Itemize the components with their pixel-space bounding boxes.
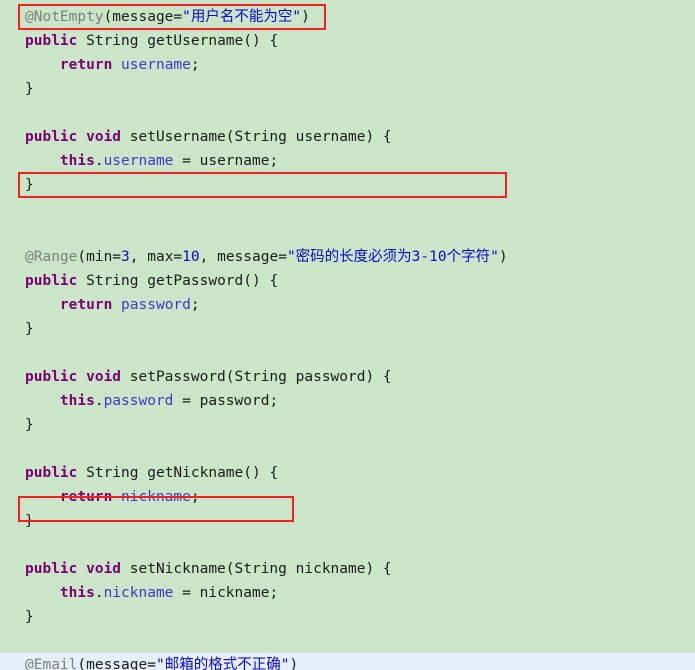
token-plain: ) [498,249,508,265]
code-line[interactable]: } [25,173,695,197]
code-line[interactable]: public void setUsername(String username)… [25,125,695,149]
code-line[interactable]: } [25,605,695,629]
token-kw: public void [25,369,122,385]
token-field: password [103,393,174,409]
token-kw: return [59,489,113,505]
code-line[interactable]: public void setNickname(String nickname)… [25,557,695,581]
code-line[interactable]: } [25,413,695,437]
token-plain: setPassword(String password) { [121,369,392,385]
token-kw: public [25,33,78,49]
code-line[interactable]: this.username = username; [25,149,695,173]
code-line[interactable]: public String getUsername() { [25,29,695,53]
token-kw: this [59,585,95,601]
code-line[interactable] [25,437,695,461]
token-plain: = username; [173,153,279,169]
token-str: "用户名不能为空" [182,9,302,25]
token-plain: , max= [129,249,183,265]
code-line[interactable]: this.nickname = nickname; [25,581,695,605]
token-plain: (message= [103,9,183,25]
token-kw: public void [25,561,122,577]
token-plain: String getUsername() { [77,33,279,49]
token-plain: = nickname; [173,585,279,601]
token-str: "邮箱的格式不正确" [155,657,290,670]
code-line[interactable]: return username; [25,53,695,77]
token-plain: } [25,321,34,337]
token-kw: this [59,153,95,169]
token-plain: } [25,177,34,193]
token-plain: String getNickname() { [77,465,279,481]
token-plain: , message= [199,249,287,265]
code-line[interactable]: public String getPassword() { [25,269,695,293]
token-field: username [103,153,174,169]
token-field: nickname [103,585,174,601]
token-field: username [121,57,191,73]
token-kw: this [59,393,95,409]
token-plain: setUsername(String username) { [121,129,392,145]
code-line[interactable]: @Email(message="邮箱的格式不正确") [0,653,695,670]
code-line[interactable]: public String getNickname() { [25,461,695,485]
token-plain: ; [190,297,200,313]
code-line[interactable] [25,629,695,653]
token-plain: ; [190,489,200,505]
code-line[interactable]: return password; [25,293,695,317]
code-line[interactable] [25,101,695,125]
token-plain: . [94,393,104,409]
code-line[interactable]: @Range(min=3, max=10, message="密码的长度必须为3… [25,245,695,269]
token-plain: } [25,513,34,529]
code-line[interactable] [25,197,695,221]
token-kw: public void [25,129,122,145]
token-field: password [121,297,191,313]
token-plain: String getPassword() { [77,273,279,289]
code-line[interactable] [25,533,695,557]
code-line[interactable]: } [25,509,695,533]
token-plain: ) [301,9,310,25]
token-kw: public [25,465,78,481]
code-line[interactable]: } [25,317,695,341]
code-line[interactable]: this.password = password; [25,389,695,413]
code-lines-container[interactable]: @NotEmpty(message="用户名不能为空") public Strin… [0,0,695,670]
token-num: 3 [121,249,130,265]
code-line[interactable]: } [25,77,695,101]
token-plain: ) [289,657,299,670]
code-line[interactable] [25,221,695,245]
token-plain: } [25,81,34,97]
token-kw: return [59,57,113,73]
token-plain: setNickname(String nickname) { [121,561,392,577]
token-num: 10 [182,249,200,265]
token-kw: public [25,273,78,289]
token-plain: . [94,153,104,169]
token-anno: @NotEmpty [25,9,104,25]
token-plain: } [25,417,34,433]
token-plain: . [94,585,104,601]
token-plain: = password; [173,393,279,409]
token-plain: } [25,609,34,625]
token-plain: (min= [77,249,122,265]
code-line[interactable]: return nickname; [25,485,695,509]
token-anno: @Range [25,249,78,265]
token-anno: @Email [25,657,78,670]
code-line[interactable]: public void setPassword(String password)… [25,365,695,389]
token-str: "密码的长度必须为3-10个字符" [286,249,499,265]
code-line[interactable] [25,341,695,365]
token-field: nickname [121,489,191,505]
token-kw: return [59,297,113,313]
token-plain: (message= [77,657,156,670]
code-editor[interactable]: @NotEmpty(message="用户名不能为空") public Strin… [0,0,695,670]
code-line[interactable]: @NotEmpty(message="用户名不能为空") [25,5,695,29]
token-plain: ; [190,57,200,73]
